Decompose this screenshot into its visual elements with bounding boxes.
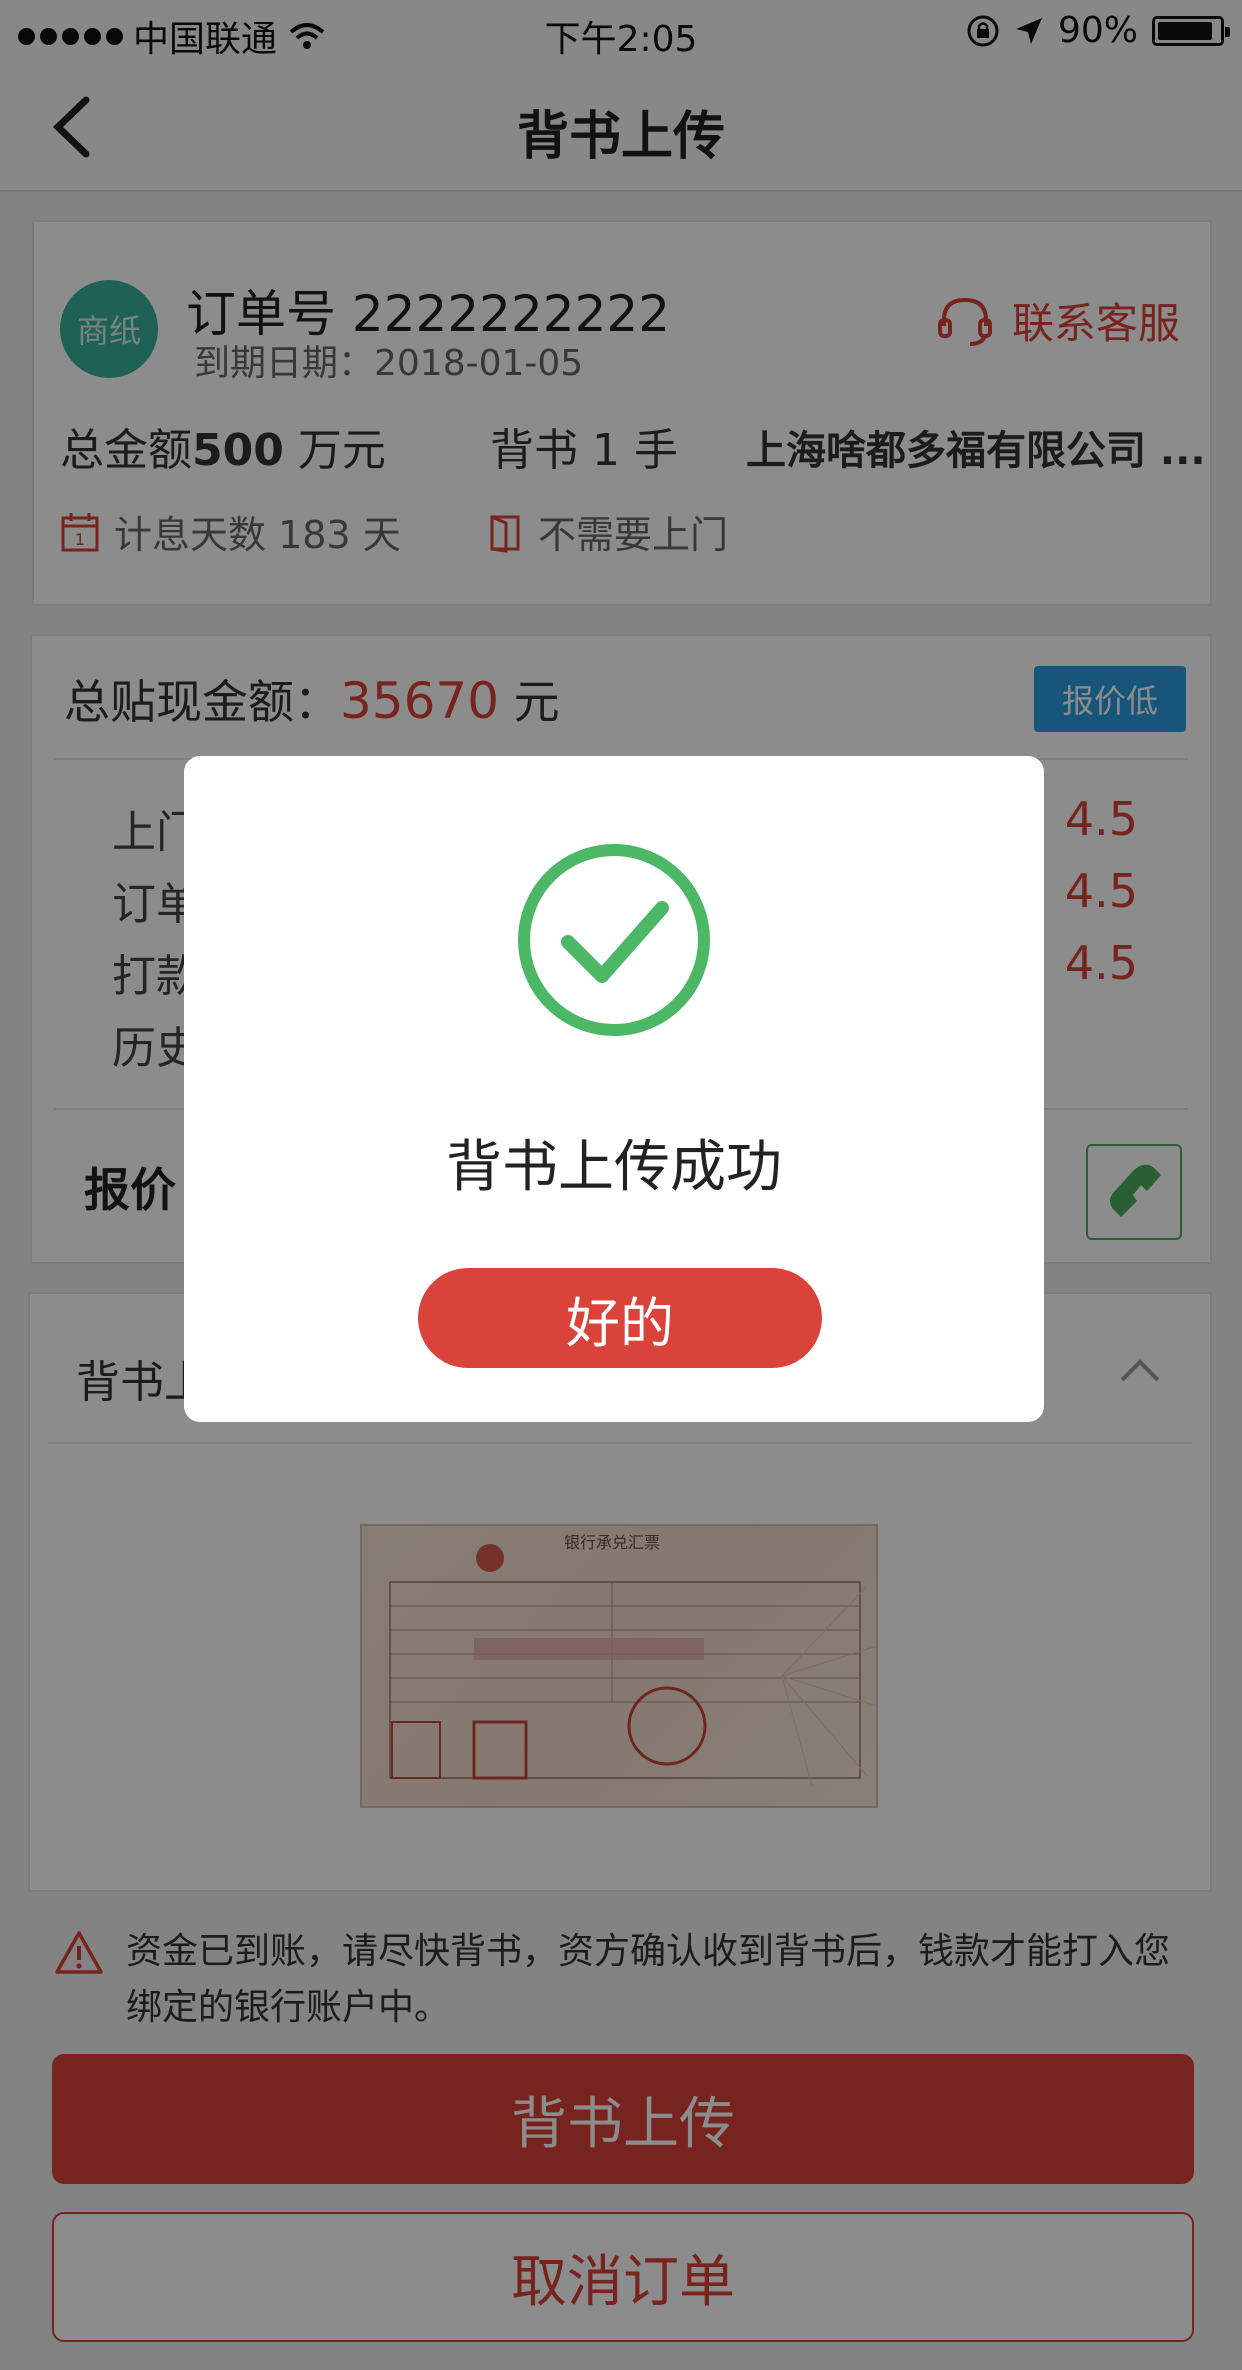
dialog-message: 背书上传成功 xyxy=(446,1135,782,1200)
success-check-icon xyxy=(518,844,710,1036)
ok-button[interactable]: 好的 xyxy=(418,1268,822,1368)
success-dialog: 背书上传成功 好的 xyxy=(184,756,1044,1422)
